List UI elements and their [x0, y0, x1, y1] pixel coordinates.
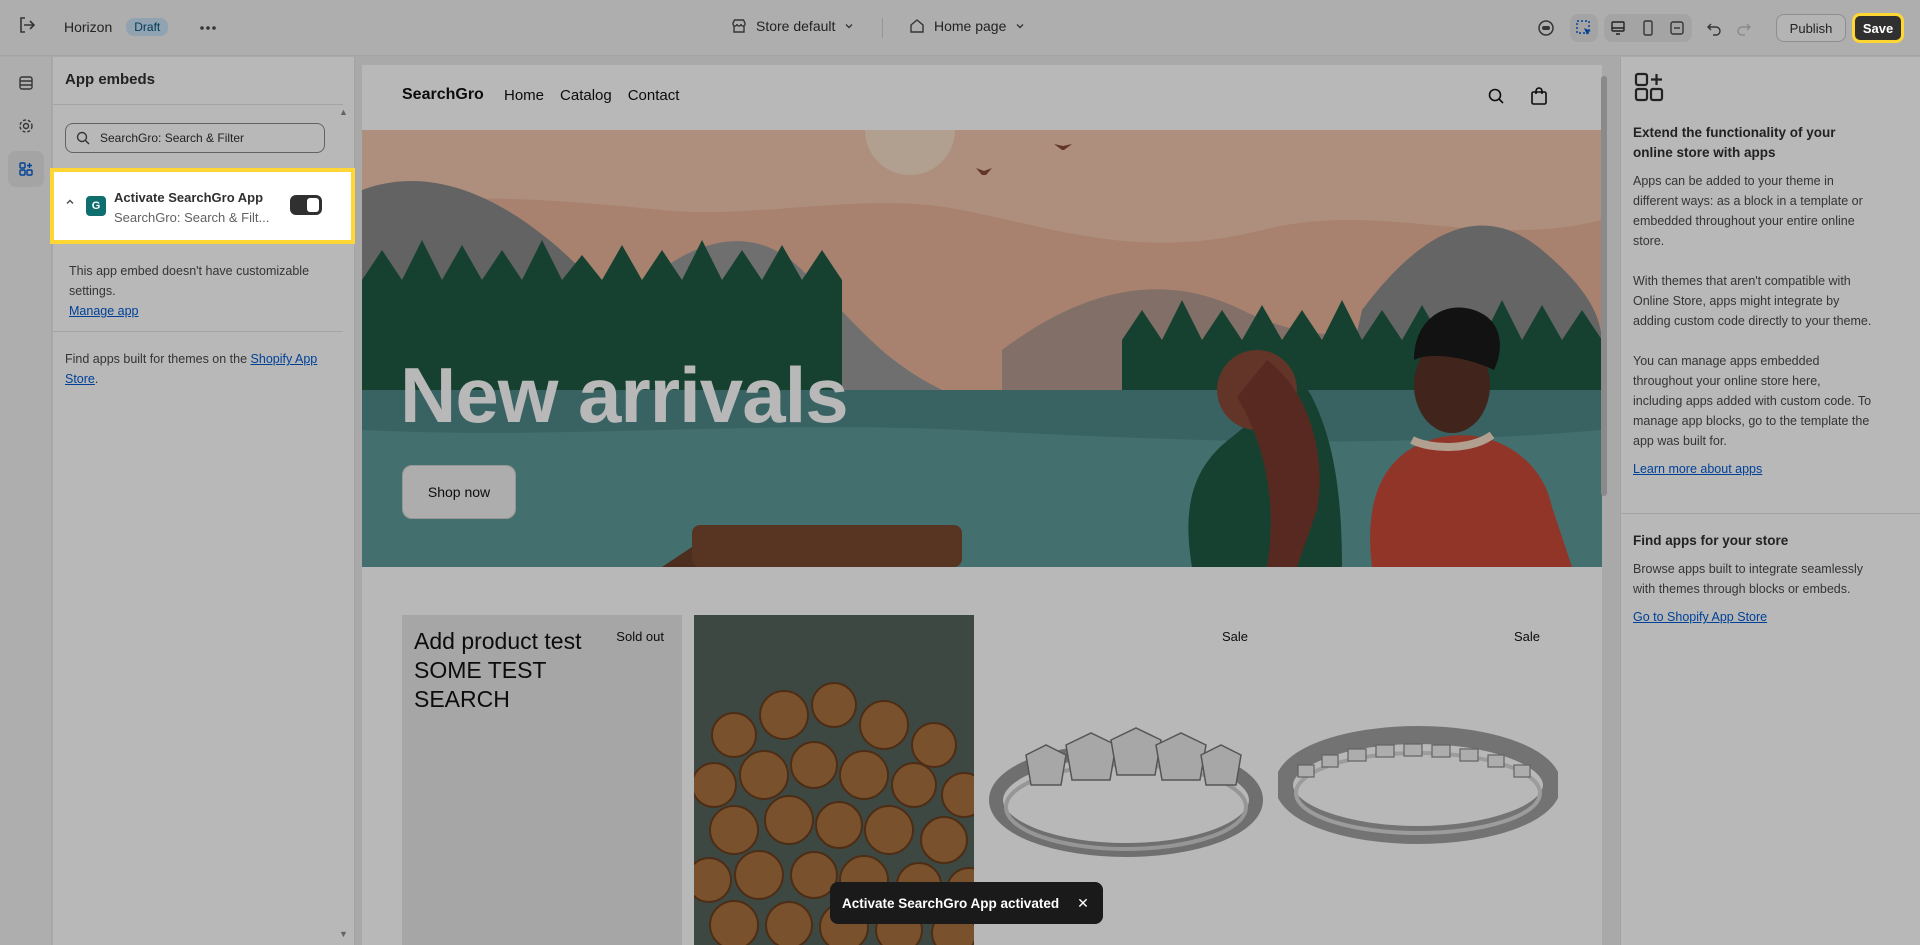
sidebar-rail	[0, 57, 52, 945]
home-icon	[910, 19, 924, 33]
more-actions-button[interactable]	[194, 14, 222, 42]
info-paragraph: With themes that aren't compatible with …	[1633, 274, 1872, 328]
draft-badge: Draft	[126, 18, 169, 36]
nav-link-catalog[interactable]: Catalog	[560, 87, 612, 104]
divider	[882, 18, 883, 38]
divider	[1621, 513, 1920, 514]
toast-message: Activate SearchGro App activated	[842, 895, 1060, 911]
apps-info-section: Extend the functionality of your online …	[1633, 123, 1873, 479]
shop-now-button[interactable]: Shop now	[402, 465, 516, 519]
page-selector[interactable]: Home page	[908, 17, 1026, 35]
find-apps-text: Find apps built for themes on the Shopif…	[65, 349, 325, 389]
undo-icon	[1707, 23, 1721, 36]
apps-icon	[19, 162, 33, 176]
info-heading: Extend the functionality of your online …	[1633, 125, 1836, 160]
close-icon[interactable]: ✕	[1077, 895, 1089, 912]
scroll-up-arrow[interactable]: ▲	[339, 107, 348, 117]
desktop-icon	[1611, 21, 1625, 35]
no-settings-text: This app embed doesn't have customizable…	[69, 264, 310, 298]
gear-icon	[19, 119, 33, 133]
sections-icon	[19, 76, 33, 90]
hero-illustration	[362, 130, 1602, 567]
publish-button[interactable]: Publish	[1776, 14, 1846, 42]
nav-link-home[interactable]: Home	[504, 87, 544, 104]
info-paragraph: You can manage apps embedded throughout …	[1633, 354, 1872, 448]
toggle-knob	[307, 198, 319, 212]
find-apps-heading: Find apps for your store	[1633, 533, 1789, 548]
preview-scrollbar[interactable]	[1601, 76, 1607, 496]
search-input-value: SearchGro: Search & Filter	[100, 131, 245, 145]
ring-image	[1278, 726, 1558, 844]
divider	[53, 331, 343, 332]
mobile-view-button[interactable]	[1634, 14, 1662, 42]
search-input[interactable]: SearchGro: Search & Filter	[65, 123, 325, 153]
inspector-button[interactable]	[1570, 14, 1598, 42]
search-icon[interactable]	[1487, 87, 1505, 105]
find-apps-suffix: .	[94, 372, 99, 386]
select-cursor-icon	[1576, 20, 1591, 35]
app-embeds-nav-button[interactable]	[8, 151, 44, 187]
info-panel: Extend the functionality of your online …	[1620, 57, 1920, 945]
product-card[interactable]: Sale	[1278, 615, 1558, 945]
manage-app-link[interactable]: Manage app	[69, 304, 139, 318]
chevron-down-icon	[845, 24, 853, 29]
find-apps-paragraph: Browse apps built to integrate seamlessl…	[1633, 562, 1863, 596]
store-selector[interactable]: Store default	[730, 17, 855, 35]
panel-title: App embeds	[65, 71, 156, 88]
learn-more-apps-link[interactable]: Learn more about apps	[1633, 459, 1873, 479]
searchgro-logo-icon: G	[86, 196, 106, 216]
divider	[53, 104, 343, 105]
top-bar: Horizon Draft Store default Home page Pu…	[0, 0, 1920, 56]
embed-toggle[interactable]	[290, 195, 322, 215]
sections-nav-button[interactable]	[8, 65, 44, 101]
exit-button[interactable]	[16, 14, 38, 36]
redo-icon	[1737, 23, 1751, 36]
ellipsis-icon	[200, 26, 216, 30]
theme-settings-nav-button[interactable]	[8, 108, 44, 144]
store-header: SearchGro Home Catalog Contact	[362, 65, 1602, 130]
app-embed-item-searchgro[interactable]: G Activate SearchGro App SearchGro: Sear…	[50, 168, 355, 244]
store-selector-label: Store default	[756, 18, 836, 34]
product-card[interactable]: Add product test SOME TEST SEARCH Sold o…	[402, 615, 682, 945]
chevron-down-icon	[1016, 24, 1024, 29]
go-to-app-store-link[interactable]: Go to Shopify App Store	[1633, 607, 1873, 627]
search-icon	[76, 131, 90, 145]
find-apps-prefix: Find apps built for themes on the	[65, 352, 251, 366]
page-selector-label: Home page	[934, 18, 1007, 34]
undo-button[interactable]	[1700, 14, 1728, 42]
product-title: Add product test SOME TEST SEARCH	[414, 628, 582, 712]
find-apps-section: Find apps for your store Browse apps bui…	[1633, 531, 1873, 627]
ai-assistant-button[interactable]	[1532, 14, 1560, 42]
apps-add-icon	[1634, 72, 1664, 102]
storefront-preview: SearchGro Home Catalog Contact New arriv…	[362, 65, 1602, 945]
store-brand[interactable]: SearchGro	[402, 86, 484, 104]
hero-banner: New arrivals Shop now	[362, 130, 1602, 567]
save-button[interactable]: Save	[1852, 13, 1904, 43]
sidekick-icon	[1538, 20, 1554, 36]
theme-name: Horizon	[64, 19, 113, 35]
nav-link-contact[interactable]: Contact	[628, 87, 680, 104]
embed-subtitle: SearchGro: Search & Filt...	[114, 210, 270, 225]
cart-icon[interactable]	[1530, 86, 1548, 106]
expand-icon	[1670, 21, 1684, 35]
embed-details: This app embed doesn't have customizable…	[69, 261, 329, 321]
scroll-down-arrow[interactable]: ▼	[339, 929, 348, 939]
fullscreen-button[interactable]	[1663, 14, 1691, 42]
store-icon	[732, 19, 746, 33]
embed-title: Activate SearchGro App	[114, 190, 264, 205]
sold-out-badge: Sold out	[616, 629, 664, 644]
mobile-icon	[1643, 20, 1653, 36]
chevron-up-icon[interactable]	[64, 196, 76, 208]
toast-notification: Activate SearchGro App activated ✕	[830, 882, 1103, 924]
hero-title: New arrivals	[400, 351, 849, 439]
info-paragraph: Apps can be added to your theme in diffe…	[1633, 174, 1863, 248]
store-nav: Home Catalog Contact	[504, 87, 679, 104]
exit-icon	[20, 17, 36, 33]
desktop-view-button[interactable]	[1604, 14, 1632, 42]
redo-button[interactable]	[1730, 14, 1758, 42]
